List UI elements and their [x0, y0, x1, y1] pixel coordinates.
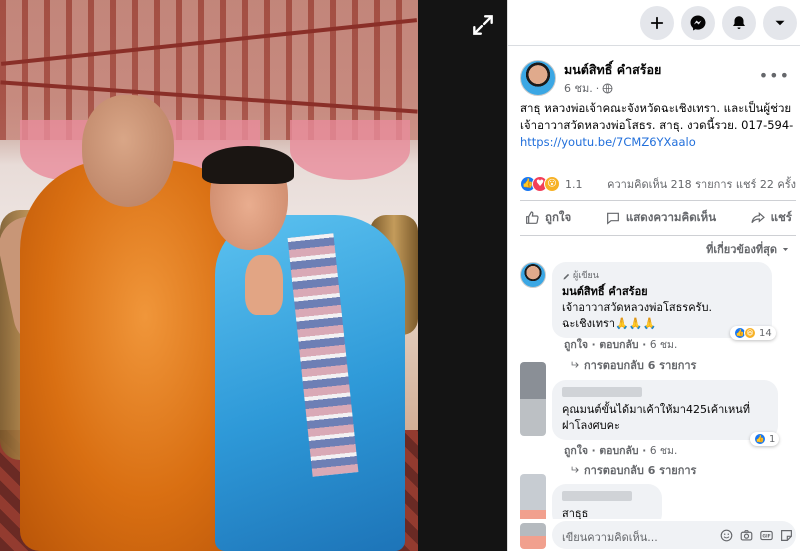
reaction-icons[interactable]: 👍 ♥ 😮 [520, 176, 560, 192]
caret-down-icon [782, 247, 789, 251]
comment-reactions[interactable]: 👍 1 [750, 432, 780, 446]
account-menu-button[interactable] [763, 6, 797, 40]
share-icon [751, 212, 765, 224]
pen-icon [563, 273, 570, 279]
comment-icon [606, 212, 619, 225]
like-reaction-icon: 👍 [754, 433, 766, 445]
create-button[interactable] [640, 6, 674, 40]
globe-icon [602, 83, 613, 93]
gif-icon[interactable]: GIF [760, 527, 773, 541]
sticker-icon[interactable] [780, 527, 793, 541]
comment-button[interactable]: แสดงความคิดเห็น [601, 209, 720, 227]
photo-roof [0, 0, 418, 140]
author-name[interactable]: มนต์สิทธิ์ คำสร้อย [564, 60, 661, 80]
post-body: สาธุ หลวงพ่อเจ้าคณะจังหวัดฉะเชิงเทรา. แล… [520, 101, 794, 132]
my-avatar [520, 523, 546, 549]
comment-reaction-count: 14 [759, 327, 772, 339]
more-options-icon[interactable]: ••• [759, 66, 790, 85]
commenter-name-blurred[interactable] [562, 387, 642, 397]
comment-time[interactable]: 6 ชม. [650, 445, 677, 457]
messenger-icon [690, 15, 706, 31]
sort-label: ที่เกี่ยวข้องที่สุด [706, 243, 777, 256]
comment-share-stats[interactable]: ความคิดเห็น 218 รายการ แชร์ 22 ครั้ง [607, 175, 796, 193]
comment-label: แสดงความคิดเห็น [625, 210, 717, 224]
comment-text-line: ฝาโลงศบคะ [562, 419, 620, 432]
comment-item: สาธุธ [520, 474, 796, 546]
author-avatar[interactable] [520, 60, 556, 96]
messenger-button[interactable] [681, 6, 715, 40]
comment-sort-dropdown[interactable]: ที่เกี่ยวข้องที่สุด [706, 240, 790, 258]
photo-monk-head [82, 95, 174, 207]
reaction-summary: 👍 ♥ 😮 1.1 ความคิดเห็น 218 รายการ แชร์ 22… [520, 174, 796, 194]
post-time[interactable]: 6 ชม. [564, 79, 593, 97]
commenter-name-blurred[interactable] [562, 491, 632, 501]
comment-item: ผู้เขียน มนต์สิทธิ์ คำสร้อย เจ้าอาวาสวัด… [520, 262, 796, 377]
svg-text:GIF: GIF [762, 534, 770, 540]
commenter-name[interactable]: มนต์สิทธิ์ คำสร้อย [562, 284, 762, 300]
post-panel: มนต์สิทธิ์ คำสร้อย 6 ชม. · ••• สาธุ หลวง… [507, 0, 800, 551]
commenter-avatar[interactable] [520, 262, 546, 288]
wow-reaction-icon: 😮 [544, 176, 560, 192]
photo-drape [290, 120, 410, 180]
notifications-button[interactable] [722, 6, 756, 40]
comment-like-link[interactable]: ถูกใจ [564, 445, 588, 457]
post-header: มนต์สิทธิ์ คำสร้อย 6 ชม. · ••• [520, 60, 790, 100]
emoji-icon[interactable] [720, 527, 733, 542]
author-badge: ผู้เขียน [562, 268, 762, 284]
photo-viewer [0, 0, 507, 551]
comment-like-link[interactable]: ถูกใจ [564, 339, 588, 351]
photo-hands [245, 255, 283, 315]
reaction-count[interactable]: 1.1 [565, 178, 583, 191]
post-actions: ถูกใจ แสดงความคิดเห็น แชร์ [520, 200, 796, 236]
comment-time[interactable]: 6 ชม. [650, 339, 677, 351]
comment-composer: เขียนความคิดเห็น... GIF [508, 519, 800, 551]
meta-dot: · [595, 81, 600, 95]
comment-item: คุณมนต์ขั้นได้มาเค้าให้มา425เค้าเหนที่ ฝ… [520, 362, 796, 477]
camera-icon[interactable] [740, 527, 753, 541]
expand-icon[interactable] [470, 12, 496, 38]
share-label: แชร์ [770, 210, 792, 224]
post-text: สาธุ หลวงพ่อเจ้าคณะจังหวัดฉะเชิงเทรา. แล… [520, 100, 794, 151]
comment-reaction-count: 1 [769, 433, 776, 445]
share-button[interactable]: แชร์ [746, 209, 796, 227]
badge-label: ผู้เขียน [573, 271, 599, 281]
comment-reply-link[interactable]: ตอบกลับ [599, 445, 638, 457]
haha-reaction-icon: 😆 [744, 327, 756, 339]
comment-text-line: เจ้าอาวาสวัดหลวงพ่อโสธรครับ. [562, 301, 712, 314]
caret-down-icon [775, 20, 785, 26]
top-bar [508, 0, 800, 46]
thumbs-up-icon [526, 211, 539, 224]
bell-icon [733, 16, 745, 29]
post-photo[interactable] [0, 0, 418, 551]
plus-icon [650, 16, 664, 30]
comment-reply-link[interactable]: ตอบกลับ [599, 339, 638, 351]
comment-text-line: คุณมนต์ขั้นได้มาเค้าให้มา425เค้าเหนที่ [562, 403, 751, 416]
like-button[interactable]: ถูกใจ [520, 209, 575, 227]
comment-actions: ถูกใจ · ตอบกลับ · 6 ชม. [564, 339, 678, 351]
comment-reactions[interactable]: 👍 😆 14 [730, 326, 776, 340]
composer-tools: GIF [720, 527, 793, 542]
post-meta: 6 ชม. · [564, 79, 613, 97]
commenter-avatar[interactable] [520, 362, 546, 436]
post-link[interactable]: https://youtu.be/7CMZ6YXaalo [520, 135, 696, 149]
like-label: ถูกใจ [545, 210, 572, 224]
comment-bubble: คุณมนต์ขั้นได้มาเค้าให้มา425เค้าเหนที่ ฝ… [552, 380, 778, 440]
comment-actions: ถูกใจ · ตอบกลับ · 6 ชม. [564, 445, 678, 457]
photo-man-hair [202, 146, 294, 184]
